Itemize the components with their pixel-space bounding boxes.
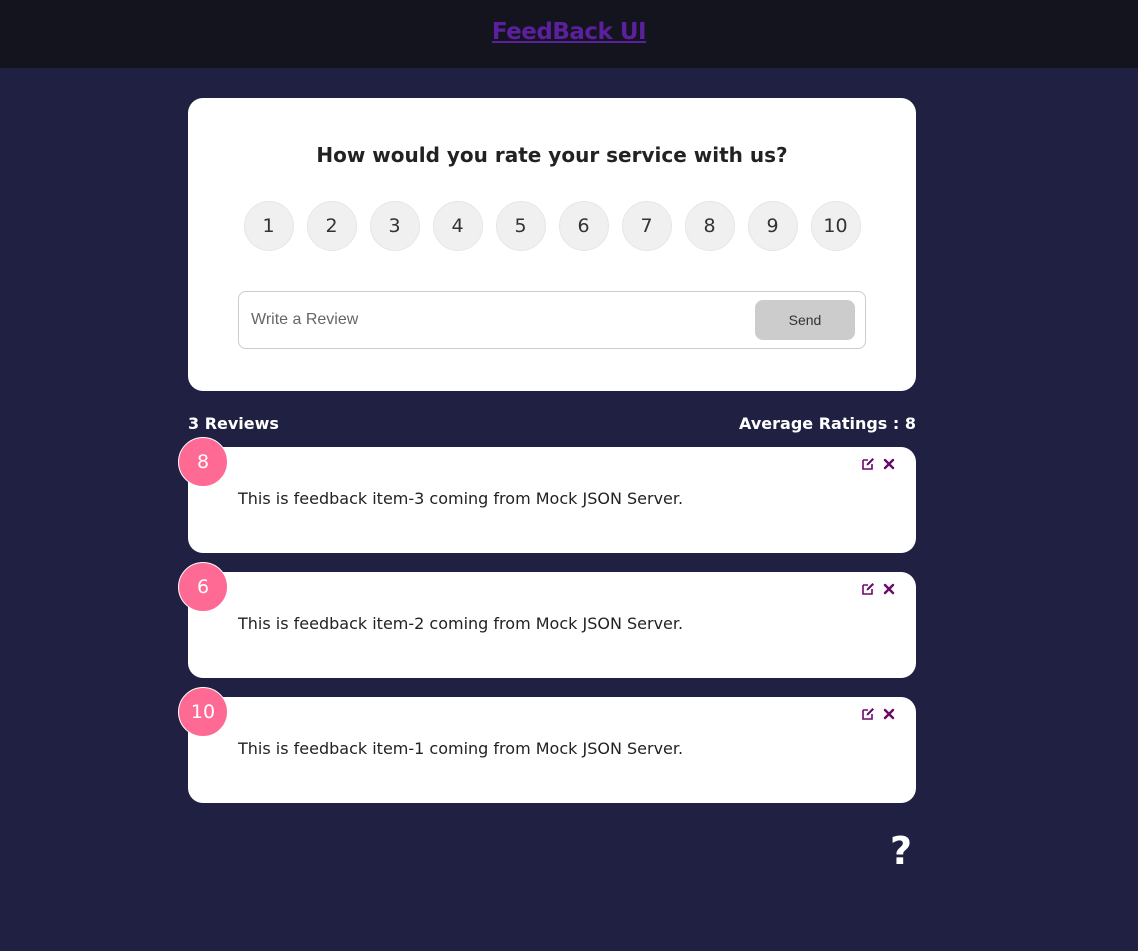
review-count: 3 Reviews xyxy=(188,414,279,433)
edit-icon[interactable] xyxy=(861,582,875,596)
send-button[interactable]: Send xyxy=(755,300,855,340)
item-actions xyxy=(861,457,896,471)
feedback-text: This is feedback item-2 coming from Mock… xyxy=(238,614,684,633)
feedback-text: This is feedback item-1 coming from Mock… xyxy=(238,739,684,758)
feedback-form-card: How would you rate your service with us?… xyxy=(188,98,916,391)
main-container: How would you rate your service with us?… xyxy=(178,98,916,871)
app-title-link[interactable]: FeedBack UI xyxy=(492,19,647,45)
feedback-list: 8 This is feedback item-3 coming from Mo… xyxy=(178,437,916,803)
feedback-item: 6 This is feedback item-2 coming from Mo… xyxy=(178,562,916,678)
rating-option-6[interactable]: 6 xyxy=(558,201,609,251)
rating-option-5[interactable]: 5 xyxy=(495,201,546,251)
help-link[interactable]: ? xyxy=(886,831,916,871)
rating-option-1[interactable]: 1 xyxy=(243,201,294,251)
item-actions xyxy=(861,707,896,721)
rating-option-10[interactable]: 10 xyxy=(810,201,861,251)
rating-option-3[interactable]: 3 xyxy=(369,201,420,251)
rating-badge: 10 xyxy=(178,687,228,737)
item-actions xyxy=(861,582,896,596)
form-title: How would you rate your service with us? xyxy=(316,143,788,167)
edit-icon[interactable] xyxy=(861,457,875,471)
rating-option-8[interactable]: 8 xyxy=(684,201,735,251)
close-icon[interactable] xyxy=(882,707,896,721)
close-icon[interactable] xyxy=(882,457,896,471)
rating-option-2[interactable]: 2 xyxy=(306,201,357,251)
rating-badge: 8 xyxy=(178,437,228,487)
review-input[interactable] xyxy=(249,310,755,330)
rating-selector: 1 2 3 4 5 6 7 8 9 10 xyxy=(188,201,916,251)
feedback-item: 8 This is feedback item-3 coming from Mo… xyxy=(178,437,916,553)
edit-icon[interactable] xyxy=(861,707,875,721)
rating-option-7[interactable]: 7 xyxy=(621,201,672,251)
app-header: FeedBack UI xyxy=(0,0,1138,68)
average-rating: Average Ratings : 8 xyxy=(739,414,916,433)
review-input-group: Send xyxy=(238,291,866,349)
rating-option-9[interactable]: 9 xyxy=(747,201,798,251)
close-icon[interactable] xyxy=(882,582,896,596)
feedback-item: 10 This is feedback item-1 coming from M… xyxy=(178,687,916,803)
rating-badge: 6 xyxy=(178,562,228,612)
feedback-stats: 3 Reviews Average Ratings : 8 xyxy=(188,413,916,435)
rating-option-4[interactable]: 4 xyxy=(432,201,483,251)
feedback-text: This is feedback item-3 coming from Mock… xyxy=(238,489,684,508)
